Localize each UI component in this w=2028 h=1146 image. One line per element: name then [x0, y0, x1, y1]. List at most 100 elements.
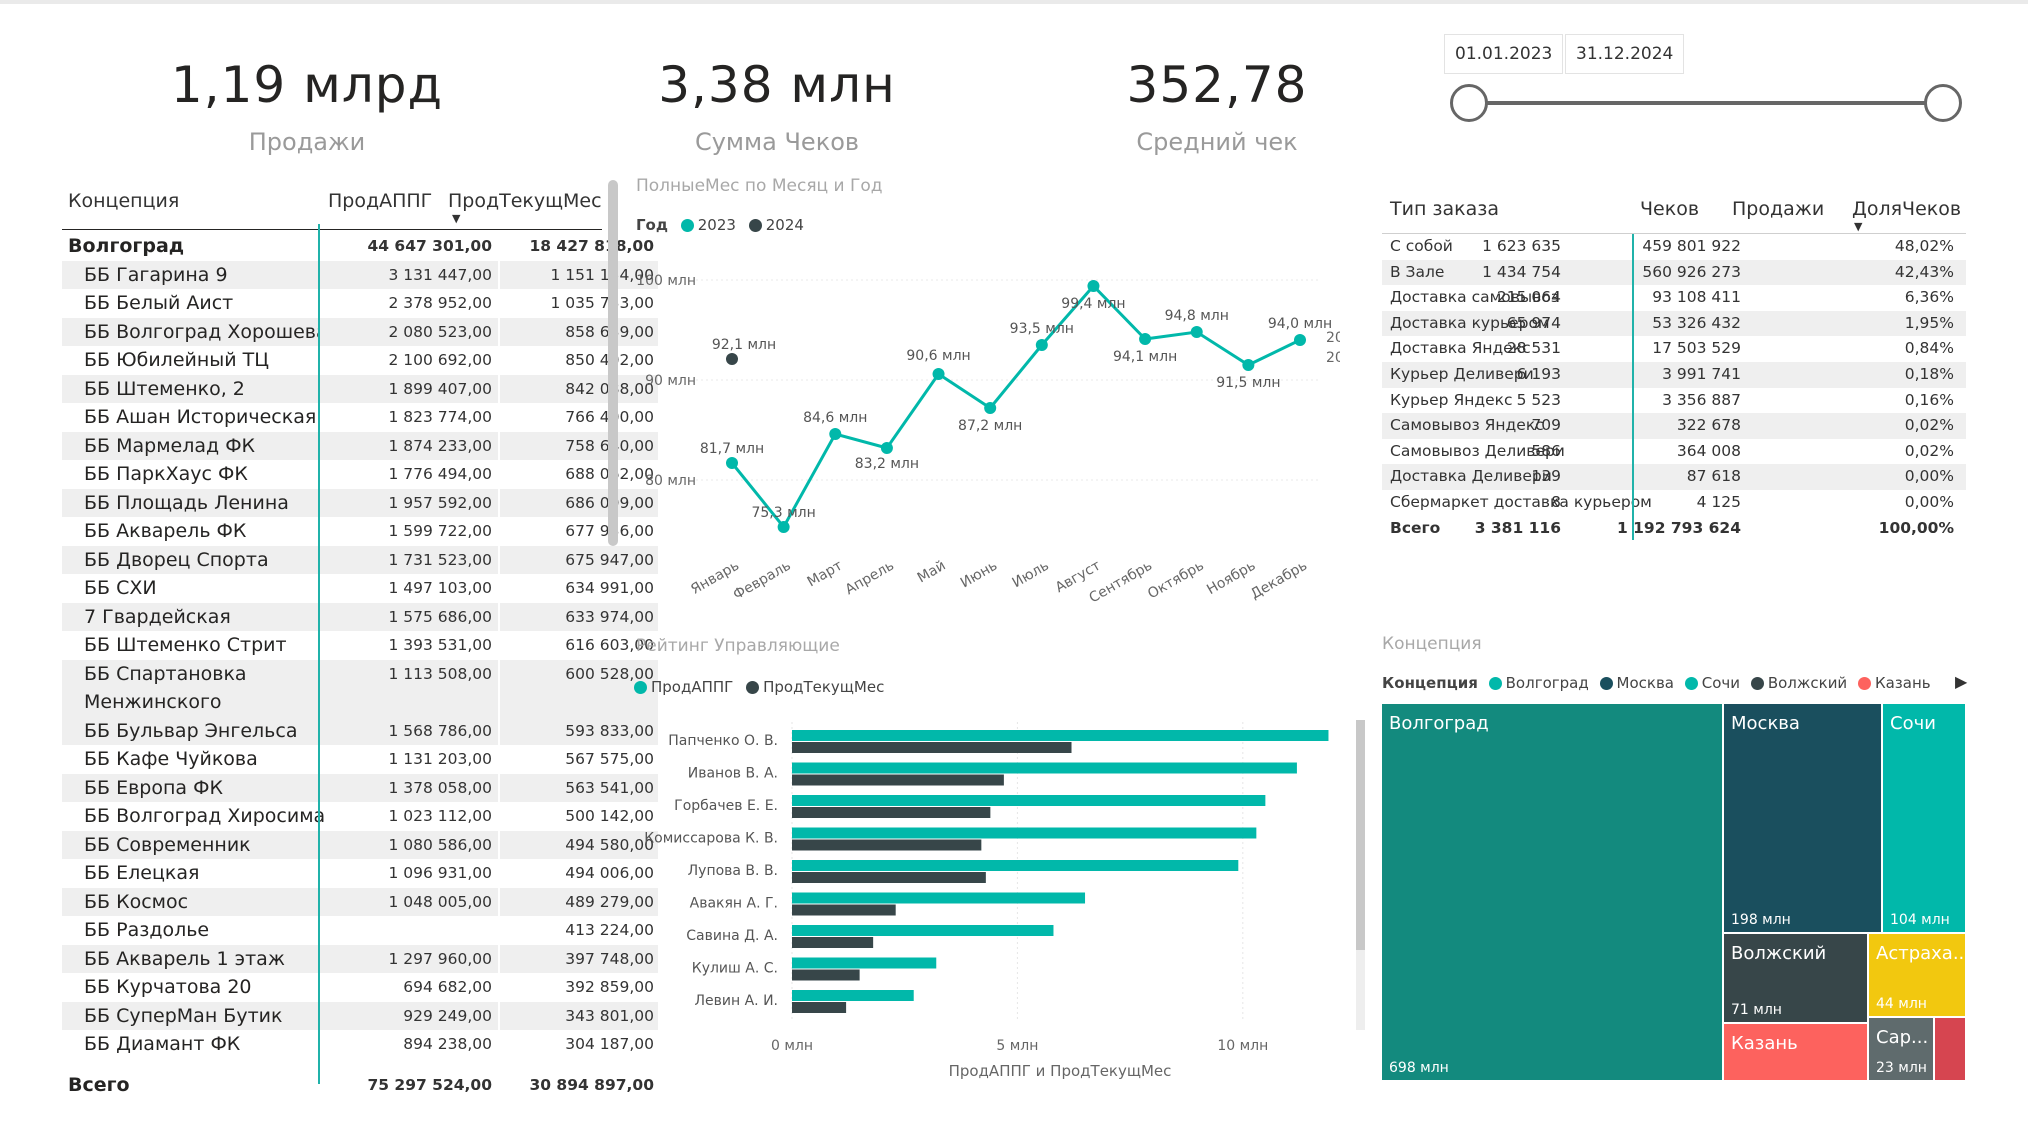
table-row[interactable]: ББ Белый Аист 2 378 952,00 1 035 733,00 [62, 289, 654, 318]
col-header-sales[interactable]: Продажи [1732, 198, 1824, 220]
legend-prod-current-label[interactable]: ПродТекущМес [763, 678, 884, 696]
table-row[interactable]: ББ Гагарина 93 131 447,00 1 151 154,00 [62, 260, 658, 289]
table-row[interactable]: С собой 1 623 635 459 801 922 48,02% [1382, 234, 1966, 260]
kpi-avg-check-card[interactable]: 352,78 Средний чек [1052, 56, 1382, 156]
concept-name-cell: ББ Штеменко, 2 [62, 374, 318, 403]
sales-cell: 4 125 [1696, 492, 1741, 511]
table-row[interactable]: ББ Площадь Ленина 1 957 592,00 686 099,00 [62, 488, 658, 517]
treemap-tile-moscow[interactable]: Москва 198 млн [1724, 704, 1881, 932]
series-2023-point [777, 521, 790, 533]
sales-cell: 53 326 432 [1652, 313, 1741, 332]
table-row[interactable]: ББ Акварель 1 этаж 1 297 960,00 397 748,00 [62, 944, 658, 973]
bar-chart-scroll-track [1356, 950, 1365, 1030]
treemap-tile-sochi[interactable]: Сочи 104 млн [1883, 704, 1965, 932]
concept-table-scrollbar[interactable] [608, 180, 618, 546]
legend-prod-appg-label[interactable]: ПродАППГ [651, 678, 733, 696]
table-row[interactable]: ББ Современник 1 080 586,00 494 580,00 [62, 830, 658, 859]
legend-sochi[interactable]: Сочи [1702, 674, 1740, 692]
table-row[interactable]: Доставка Деливери 139 87 618 0,00% [1382, 464, 1966, 490]
data-label: 93,5 млн [1010, 321, 1074, 337]
bar-prod-current [792, 807, 991, 818]
table-row[interactable]: ББ Штеменко Стрит 1 393 531,00 616 603,00 [62, 631, 654, 660]
share-cell: 6,36% [1904, 288, 1954, 307]
table-row[interactable]: Курьер Деливери 6 193 3 991 741 0,18% [1382, 361, 1966, 388]
table-row[interactable]: ББ СуперМан Бутик 929 249,00 343 801,00 [62, 1001, 658, 1030]
table-row[interactable]: ББ Курчатова 20 694 682,00 392 859,00 [62, 973, 654, 1002]
table-row[interactable]: ББ Космос 1 048 005,00 489 279,00 [62, 887, 658, 916]
table-row[interactable]: Самовывоз Деливери 586 364 008 0,02% [1382, 439, 1966, 465]
legend-prod-current-dot [746, 681, 760, 694]
date-slider-track[interactable] [1468, 101, 1942, 105]
date-slider-end-handle[interactable] [1924, 84, 1962, 122]
table-row[interactable]: ББ Акварель ФК 1 599 722,00 677 936,00 [62, 517, 654, 546]
treemap-tile-kazan[interactable]: Казань [1724, 1024, 1867, 1080]
legend-moscow[interactable]: Москва [1617, 674, 1674, 692]
table-row[interactable]: ББ Спартановка 1 113 508,00 600 528,00 [62, 659, 658, 688]
table-row[interactable]: ББ СХИ 1 497 103,00 634 991,00 [62, 574, 654, 603]
table-row[interactable]: ББ Штеменко, 21 899 407,00 842 088,00 [62, 374, 658, 403]
table-row[interactable]: Доставка Яндекс 28 531 17 503 529 0,84% [1382, 336, 1966, 362]
col-header-concept[interactable]: Концепция [68, 190, 179, 212]
table-row[interactable]: ББ Кафе Чуйкова 1 131 203,00 567 575,00 [62, 745, 654, 774]
legend-2024-label[interactable]: 2024 [766, 216, 804, 234]
col-header-prod-current[interactable]: ПродТекущМес [448, 190, 602, 212]
treemap-tile-astrakhan[interactable]: Астраха... 44 млн [1869, 934, 1965, 1016]
table-row[interactable]: В Зале 1 434 754 560 926 273 42,43% [1382, 259, 1966, 286]
table-row[interactable]: ББ Бульвар Энгельса 1 568 786,00 593 833,0… [62, 716, 658, 745]
x-axis-title: ПродАППГ и ПродТекущМес [949, 1062, 1172, 1080]
treemap-tile-volgograd[interactable]: Волгоград 698 млн [1382, 704, 1722, 1080]
kpi-sales-card[interactable]: 1,19 млрд Продажи [142, 56, 472, 156]
table-row[interactable]: ББ Диамант ФК 894 238,00 304 187,00 [62, 1030, 654, 1059]
prod-appg-cell: 1 957 592,00 [320, 488, 498, 517]
legend-next-arrow-icon[interactable]: ▶ [1955, 672, 1967, 692]
table-row[interactable]: Доставка самовывоз 215 064 93 108 411 6,36% [1382, 285, 1966, 311]
data-label: 94,1 млн [1113, 349, 1177, 365]
treemap-tile-saratov[interactable]: Сар... 23 млн [1869, 1018, 1933, 1080]
prod-appg-cell: 44 647 301,00 [367, 237, 492, 255]
table-row[interactable]: 7 Гвардейская 1 575 686,00 633 974,00 [62, 602, 658, 631]
table-row[interactable]: ББ Юбилейный ТЦ 2 100 692,00 850 402,00 [62, 346, 654, 375]
date-slider-start-handle[interactable] [1450, 84, 1488, 122]
bar-chart[interactable]: 0 млн 5 млн 10 млн Папченко О. В. Иванов В. … [620, 712, 1360, 1092]
total-prod-appg: 75 297 524,00 [367, 1075, 492, 1094]
legend-2023-label[interactable]: 2023 [698, 216, 736, 234]
series-2024-point [726, 353, 738, 365]
col-header-prod-appg[interactable]: ПродАППГ [328, 190, 432, 212]
concept-name-cell: ББ Юбилейный ТЦ [84, 349, 270, 371]
col-header-order-type[interactable]: Тип заказа [1390, 198, 1499, 220]
line-chart[interactable]: 80 млн 90 млн 100 млн 81,7 млн 75,3 млн 84,6 … [620, 240, 1340, 610]
table-row[interactable]: ББ ПаркХаус ФК 1 776 494,00 688 062,00 [62, 460, 654, 489]
bar-chart-scrollbar[interactable] [1356, 720, 1365, 950]
table-row[interactable]: ББ Волгоград Хиросима 1 023 112,00 500 142… [62, 802, 654, 831]
table-row[interactable]: ББ Дворец Спорта 1 731 523,00 675 947,00 [62, 545, 658, 574]
table-row[interactable]: Доставка курьером 65 974 53 326 432 1,95% [1382, 310, 1966, 337]
table-row[interactable]: Самовывоз Яндекс 709 322 678 0,02% [1382, 413, 1966, 439]
prod-current-cell: 616 603,00 [565, 636, 654, 654]
col-header-check-share[interactable]: ДоляЧеков [1852, 198, 1961, 220]
table-row[interactable]: ББ Раздолье 413 224,00 [62, 916, 654, 945]
date-end-input[interactable]: 31.12.2024 [1565, 34, 1685, 74]
kpi-checks-card[interactable]: 3,38 млн Сумма Чеков [612, 56, 942, 156]
table-row[interactable]: ББ Ашан Историческая 1 823 774,00 766 400,… [62, 403, 654, 432]
table-row[interactable]: Курьер Яндекс 5 523 3 356 887 0,16% [1382, 388, 1966, 414]
treemap-tile-volzhsky[interactable]: Волжский 71 млн [1724, 934, 1867, 1022]
bar-prod-appg [792, 925, 1054, 936]
concept-column-divider [318, 224, 320, 1084]
treemap-tile-other[interactable] [1935, 1018, 1965, 1080]
series-2023-point [726, 457, 738, 469]
sort-desc-icon: ▼ [1854, 220, 1863, 233]
concept-name-cell: ББ Европа ФК [62, 773, 318, 802]
date-start-input[interactable]: 01.01.2023 [1444, 34, 1564, 74]
col-header-checks[interactable]: Чеков [1640, 198, 1699, 220]
legend-volzhsky[interactable]: Волжский [1768, 674, 1847, 692]
data-label: 94,0 млн [1268, 316, 1332, 332]
table-row[interactable]: ББ Елецкая 1 096 931,00 494 006,00 [62, 859, 654, 888]
table-row[interactable]: ББ Мармелад ФК 1 874 233,00 758 640,00 [62, 431, 658, 460]
table-row[interactable]: Менжинского [62, 688, 658, 717]
table-row[interactable]: ББ Волгоград Хорошева 2 080 523,00 858 639… [62, 317, 658, 346]
legend-volgograd[interactable]: Волгоград [1506, 674, 1589, 692]
legend-kazan[interactable]: Казань [1875, 674, 1931, 692]
table-row[interactable]: ББ Европа ФК 1 378 058,00 563 541,00 [62, 773, 658, 802]
table-row[interactable]: Сбермаркет доставка курьером 8 4 125 0,00% [1382, 490, 1966, 516]
table-row[interactable]: Волгоград 44 647 301,00 18 427 818,00 [62, 232, 654, 261]
